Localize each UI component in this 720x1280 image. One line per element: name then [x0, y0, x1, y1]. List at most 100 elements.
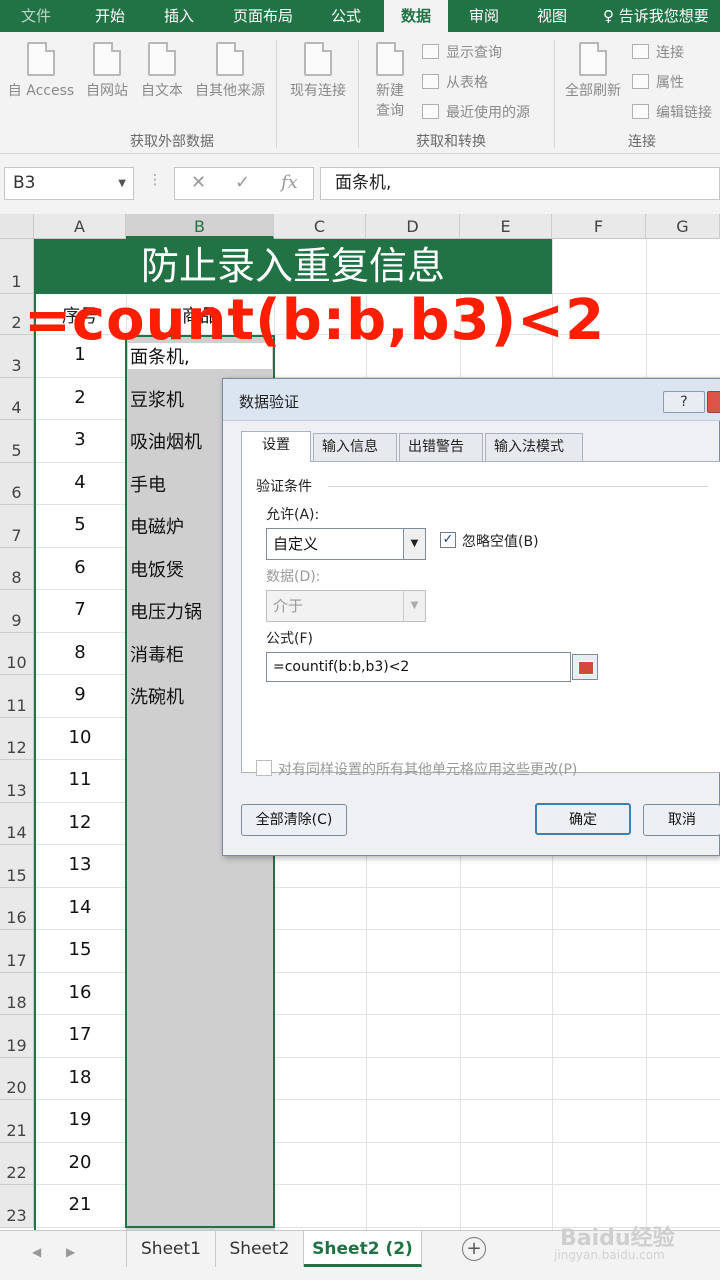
seq-cell[interactable]: 9	[34, 684, 126, 705]
from-text-button[interactable]: 自文本	[136, 42, 188, 100]
column-header-a[interactable]: A	[34, 214, 126, 239]
new-query-button[interactable]: 新建 查询	[364, 42, 416, 120]
row-header[interactable]: 5	[0, 420, 34, 463]
column-header-c[interactable]: C	[274, 214, 366, 239]
row-header[interactable]: 11	[0, 675, 34, 718]
excel-window: 文件 开始 插入 页面布局 公式 数据 审阅 视图 ♀ 告诉我您想要 自 Acc…	[0, 0, 720, 1280]
row-header[interactable]: 1	[0, 239, 34, 294]
seq-cell[interactable]: 19	[34, 1109, 126, 1130]
connections-item[interactable]: 连接	[632, 42, 684, 62]
seq-cell[interactable]: 12	[34, 812, 126, 833]
tab-input-message[interactable]: 输入信息	[313, 433, 397, 461]
row-header[interactable]: 13	[0, 760, 34, 803]
seq-cell[interactable]: 21	[34, 1194, 126, 1215]
row-header[interactable]: 22	[0, 1142, 34, 1185]
seq-cell[interactable]: 13	[34, 854, 126, 875]
ribbon-separator	[358, 40, 359, 148]
from-other-sources-button[interactable]: 自其他来源	[190, 42, 270, 100]
tab-home[interactable]: 开始	[78, 0, 142, 32]
formula-input[interactable]: 面条机,	[320, 167, 720, 200]
seq-cell[interactable]: 14	[34, 897, 126, 918]
seq-cell[interactable]: 10	[34, 727, 126, 748]
refresh-all-button[interactable]: 全部刷新	[560, 42, 626, 100]
row-header[interactable]: 7	[0, 505, 34, 548]
row-header[interactable]: 14	[0, 802, 34, 845]
row-header[interactable]: 4	[0, 377, 34, 420]
edit-links-item[interactable]: 编辑链接	[632, 102, 712, 122]
apply-all-label: 对有同样设置的所有其他单元格应用这些更改(P)	[278, 762, 578, 778]
column-header-b[interactable]: B	[126, 214, 274, 239]
seq-cell[interactable]: 4	[34, 472, 126, 493]
row-header[interactable]: 15	[0, 845, 34, 888]
name-box[interactable]: B3 ▼	[4, 167, 134, 200]
existing-connections-button[interactable]: 现有连接	[284, 42, 352, 100]
formula-field[interactable]: =countif(b:b,b3)<2	[266, 652, 571, 682]
show-queries-item[interactable]: 显示查询	[422, 42, 502, 62]
help-button[interactable]: ?	[663, 391, 705, 413]
tab-error-alert[interactable]: 出错警告	[399, 433, 483, 461]
seq-cell[interactable]: 15	[34, 939, 126, 960]
tab-file[interactable]: 文件	[0, 0, 72, 32]
range-select-icon[interactable]	[572, 654, 598, 680]
tab-review[interactable]: 审阅	[452, 0, 516, 32]
column-header-g[interactable]: G	[646, 214, 720, 239]
seq-cell[interactable]: 6	[34, 557, 126, 578]
row-header[interactable]: 19	[0, 1015, 34, 1058]
column-header-d[interactable]: D	[366, 214, 460, 239]
row-header[interactable]: 17	[0, 930, 34, 973]
row-header[interactable]: 21	[0, 1100, 34, 1143]
seq-cell[interactable]: 16	[34, 982, 126, 1003]
from-access-button[interactable]: 自 Access	[6, 42, 76, 100]
row-header[interactable]: 12	[0, 717, 34, 760]
column-header-e[interactable]: E	[460, 214, 552, 239]
tab-settings[interactable]: 设置	[241, 431, 311, 462]
cancel-icon[interactable]: ✕	[191, 172, 206, 193]
seq-cell[interactable]: 18	[34, 1067, 126, 1088]
row-header[interactable]: 18	[0, 972, 34, 1015]
row-header[interactable]: 8	[0, 547, 34, 590]
from-table-item[interactable]: 从表格	[422, 72, 488, 92]
clear-all-button[interactable]: 全部清除(C)	[241, 804, 347, 836]
properties-item[interactable]: 属性	[632, 72, 684, 92]
sheet-tab-sheet1[interactable]: Sheet1	[126, 1231, 216, 1267]
seq-cell[interactable]: 20	[34, 1152, 126, 1173]
seq-cell[interactable]: 2	[34, 387, 126, 408]
row-header[interactable]: 16	[0, 887, 34, 930]
enter-icon[interactable]: ✓	[235, 172, 250, 193]
from-web-button[interactable]: 自网站	[80, 42, 134, 100]
row-header[interactable]: 20	[0, 1057, 34, 1100]
row-header[interactable]: 10	[0, 632, 34, 675]
row-header[interactable]: 6	[0, 462, 34, 505]
tab-data[interactable]: 数据	[384, 0, 448, 32]
seq-cell[interactable]: 3	[34, 429, 126, 450]
seq-cell[interactable]: 8	[34, 642, 126, 663]
recent-sources-item[interactable]: 最近使用的源	[422, 102, 530, 122]
sheet-tab-sheet2-2[interactable]: Sheet2 (2)	[304, 1231, 422, 1267]
close-button[interactable]	[707, 391, 720, 413]
column-header-f[interactable]: F	[552, 214, 646, 239]
seq-cell[interactable]: 7	[34, 599, 126, 620]
sheet-tab-sheet2[interactable]: Sheet2	[216, 1231, 304, 1267]
allow-select[interactable]: 自定义 ▼	[266, 528, 426, 560]
tab-insert[interactable]: 插入	[148, 0, 210, 32]
add-sheet-icon[interactable]: +	[462, 1237, 486, 1261]
seq-cell[interactable]: 11	[34, 769, 126, 790]
tab-ime-mode[interactable]: 输入法模式	[485, 433, 583, 461]
data-label: 数据(D):	[266, 569, 321, 585]
sheet-title[interactable]: 防止录入重复信息	[34, 239, 552, 294]
seq-cell[interactable]: 17	[34, 1024, 126, 1045]
tab-formulas[interactable]: 公式	[314, 0, 378, 32]
tell-me-box[interactable]: ♀ 告诉我您想要	[603, 0, 709, 32]
ignore-blank-checkbox[interactable]: ✓	[440, 532, 456, 548]
chevron-right-icon[interactable]: ▶	[66, 1245, 75, 1259]
row-header[interactable]: 9	[0, 590, 34, 633]
select-all-corner[interactable]	[0, 214, 34, 239]
insert-function-icon[interactable]: fx	[281, 172, 298, 193]
tab-page-layout[interactable]: 页面布局	[218, 0, 308, 32]
cancel-button[interactable]: 取消	[643, 804, 720, 836]
ok-button[interactable]: 确定	[535, 803, 631, 835]
chevron-left-icon[interactable]: ◀	[32, 1245, 41, 1259]
seq-cell[interactable]: 5	[34, 514, 126, 535]
tab-view[interactable]: 视图	[520, 0, 584, 32]
row-header[interactable]: 23	[0, 1185, 34, 1228]
